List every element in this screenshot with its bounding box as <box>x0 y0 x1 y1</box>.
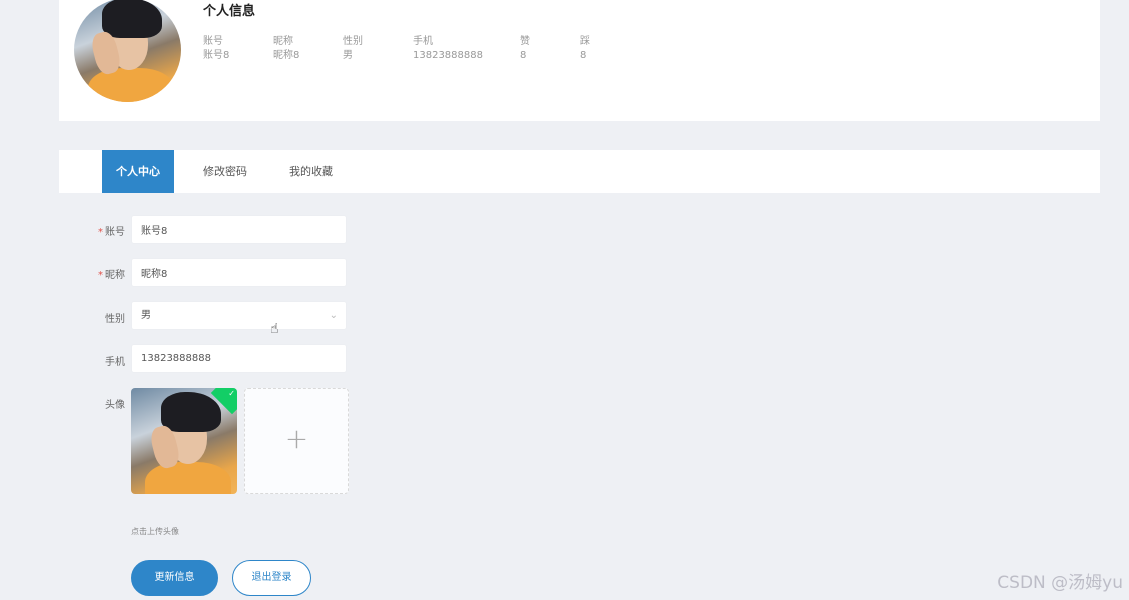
stat-label: 手机 <box>413 36 433 47</box>
avatar-label: 头像 <box>105 400 125 411</box>
avatar-upload-preview[interactable]: ✓ <box>131 388 237 494</box>
page: 个人信息 账号 账号8 昵称 昵称8 性别 男 手机 13823888888 赞… <box>0 0 1129 600</box>
logout-button[interactable]: 退出登录 <box>232 560 311 596</box>
profile-title: 个人信息 <box>203 4 256 19</box>
gender-label: 性别 <box>105 314 125 325</box>
required-mark: * <box>98 227 103 238</box>
plus-icon: + <box>284 422 309 455</box>
chevron-down-icon: ⌄ <box>329 310 338 321</box>
gender-select[interactable]: 男 ⌄ <box>131 301 347 330</box>
phone-input[interactable] <box>131 344 347 373</box>
check-icon: ✓ <box>228 389 235 398</box>
avatar <box>74 0 181 102</box>
stat-value: 13823888888 <box>413 50 483 61</box>
tab-my-favorites[interactable]: 我的收藏 <box>275 150 347 193</box>
account-label: * 账号 <box>98 227 125 238</box>
watermark: CSDN @汤姆yu <box>997 573 1123 593</box>
upload-hint: 点击上传头像 <box>131 527 179 536</box>
stat-phone: 手机 13823888888 <box>413 35 533 63</box>
stat-value: 8 <box>580 50 587 61</box>
required-mark: * <box>98 270 103 281</box>
gender-select-value: 男 <box>141 310 151 321</box>
stat-dislikes: 踩 8 <box>580 35 700 63</box>
phone-label: 手机 <box>105 357 125 368</box>
profile-card: 个人信息 账号 账号8 昵称 昵称8 性别 男 手机 13823888888 赞… <box>59 0 1100 121</box>
stat-label: 踩 <box>580 36 590 47</box>
update-info-button[interactable]: 更新信息 <box>131 560 218 596</box>
hand-pointer-icon: ☝ <box>270 321 279 337</box>
tab-bar: 个人中心 修改密码 我的收藏 <box>59 150 1100 193</box>
account-input[interactable] <box>131 215 347 244</box>
avatar-upload-button[interactable]: + <box>244 388 349 494</box>
tab-personal-center[interactable]: 个人中心 <box>102 150 174 193</box>
nickname-label: * 昵称 <box>98 270 125 281</box>
nickname-input[interactable] <box>131 258 347 287</box>
tab-change-password[interactable]: 修改密码 <box>189 150 261 193</box>
